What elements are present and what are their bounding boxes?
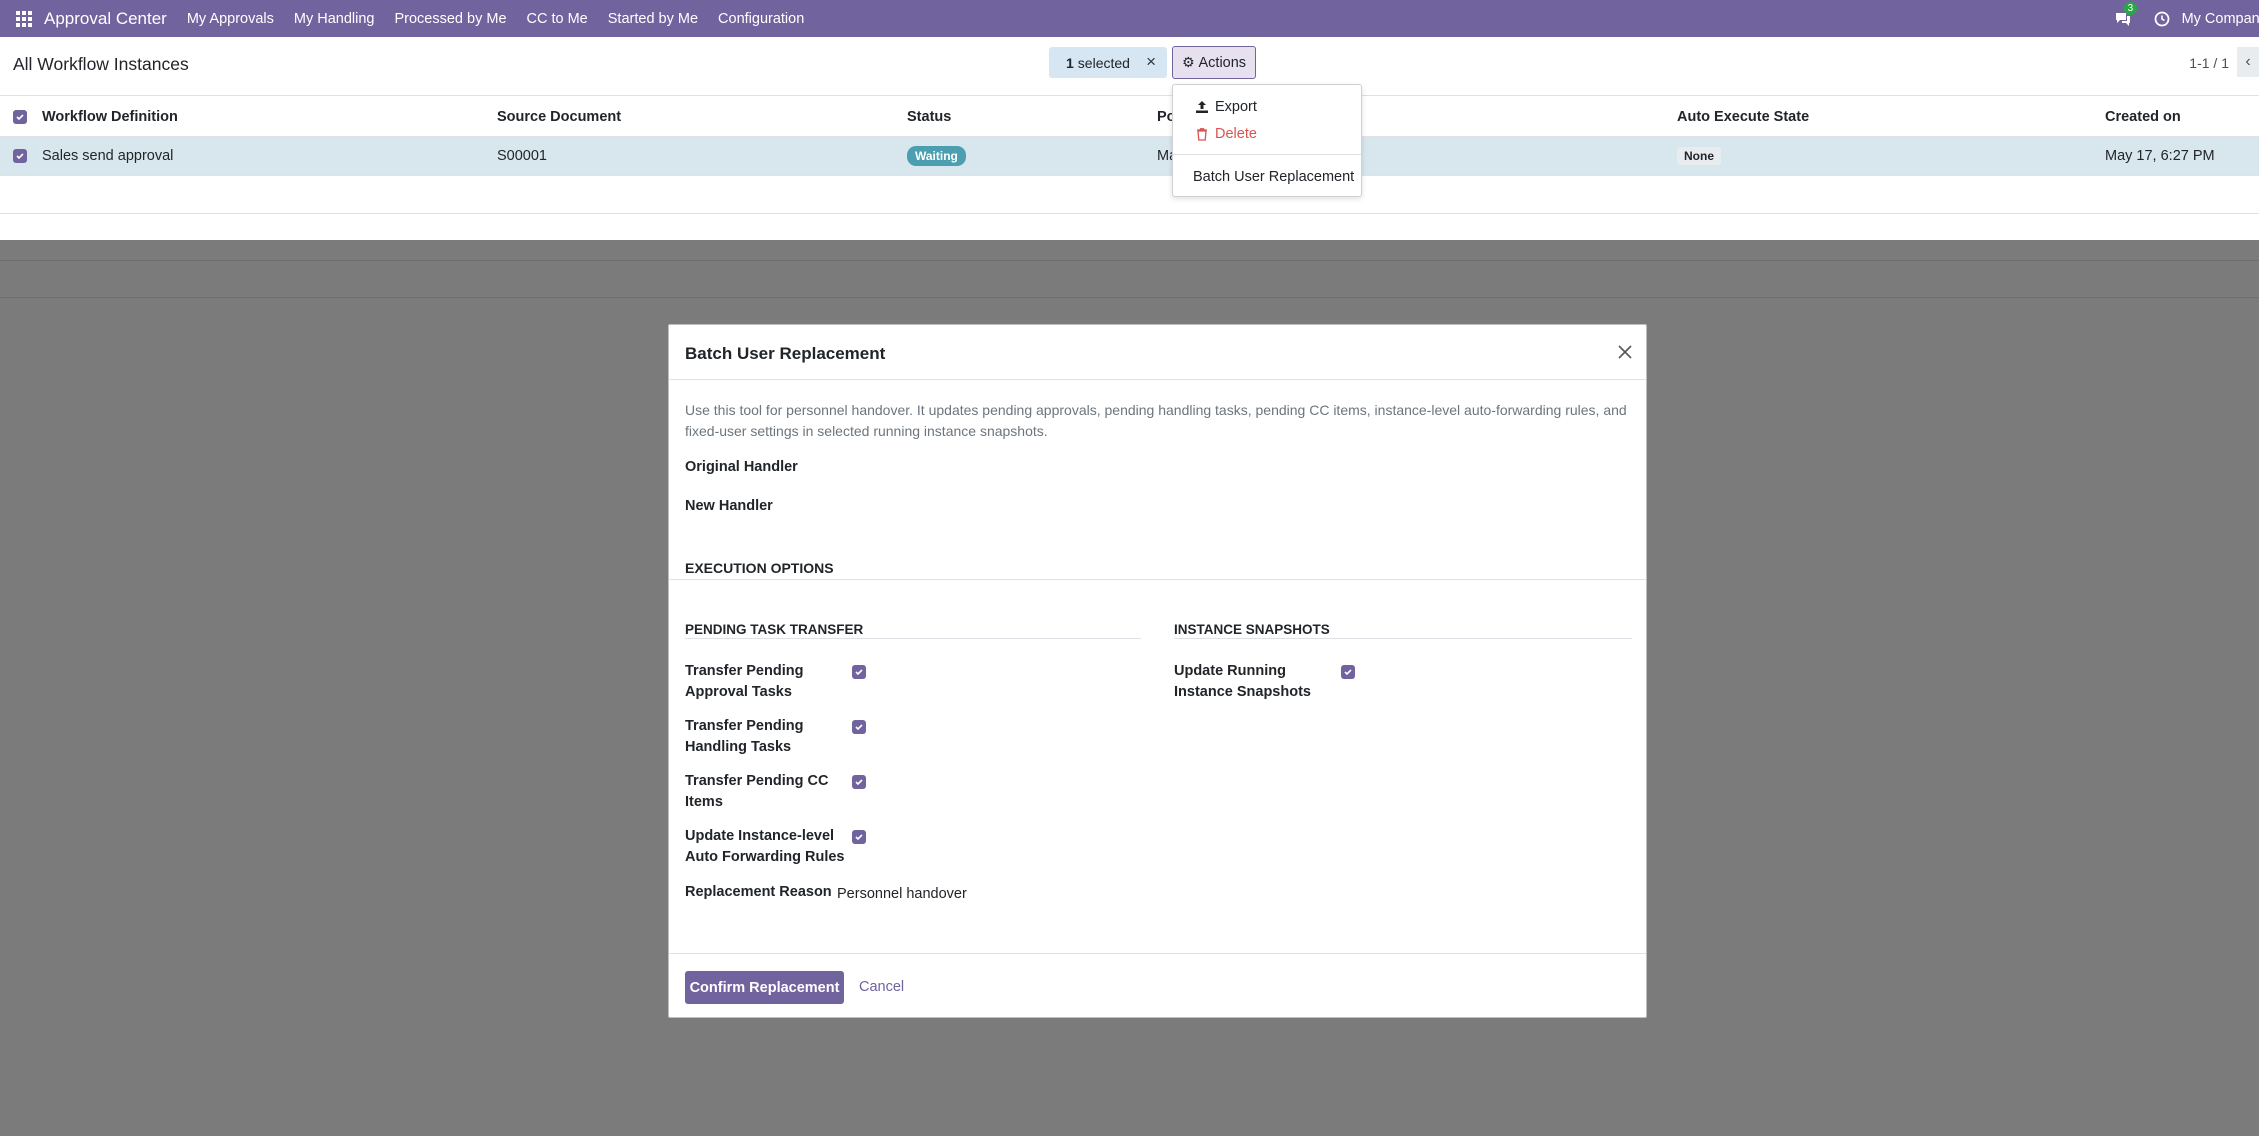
update-auto-forwarding-checkbox[interactable] <box>852 830 866 844</box>
chat-count-badge: 3 <box>2123 1 2138 15</box>
cancel-button[interactable]: Cancel <box>859 979 904 995</box>
batch-user-replacement-menu-item[interactable]: Batch User Replacement <box>1193 169 1354 185</box>
pager-value[interactable]: 1-1 / 1 <box>2189 55 2229 71</box>
column-created-on[interactable]: Created on <box>2105 97 2181 136</box>
modal-header: Batch User Replacement <box>669 325 1646 380</box>
activity-clock-icon[interactable] <box>2154 11 2170 27</box>
export-menu-item[interactable]: Export <box>1195 99 1257 115</box>
option-label-line: Auto Forwarding Rules <box>685 849 845 865</box>
upload-icon <box>1196 101 1208 113</box>
menu-my-handling[interactable]: My Handling <box>294 11 375 27</box>
group-divider <box>1174 638 1632 639</box>
clear-selection-icon[interactable]: × <box>1146 52 1156 72</box>
cell-auto-execute-state: None <box>1677 137 1721 175</box>
chat-icon[interactable]: 3 <box>2114 1 2138 27</box>
list-view: Workflow Definition Source Document Stat… <box>0 97 2259 214</box>
update-running-snapshots-label: Update Running Instance Snapshots <box>1174 661 1334 703</box>
backdrop-divider <box>0 260 2259 261</box>
column-auto-execute-state[interactable]: Auto Execute State <box>1677 97 1809 136</box>
column-status[interactable]: Status <box>907 97 951 136</box>
cell-created-on: May 17, 6:27 PM <box>2105 148 2215 164</box>
option-label-line: Update Instance-level <box>685 828 835 844</box>
modal-title: Batch User Replacement <box>685 344 886 363</box>
actions-dropdown-menu: Export Delete Batch User Replacement <box>1172 84 1362 197</box>
selection-indicator: 1 selected × <box>1049 47 1167 78</box>
control-panel: All Workflow Instances 1 selected × ⚙ Ac… <box>0 37 2259 96</box>
main-menu: My Approvals My Handling Processed by Me… <box>187 11 824 27</box>
menu-my-approvals[interactable]: My Approvals <box>187 11 274 27</box>
select-all-checkbox[interactable] <box>13 97 27 136</box>
empty-row <box>0 176 2259 214</box>
navbar-systray: 3 My Company <box>2114 0 2259 37</box>
option-label-line: Handling Tasks <box>685 739 792 755</box>
menu-cc-to-me[interactable]: CC to Me <box>527 11 588 27</box>
replacement-reason-label: Replacement Reason <box>685 884 832 900</box>
menu-started-by-me[interactable]: Started by Me <box>608 11 698 27</box>
batch-user-replacement-dialog: Batch User Replacement Use this tool for… <box>668 324 1647 1018</box>
selected-label: selected <box>1077 54 1130 71</box>
table-row[interactable]: Sales send approval S00001 Waiting Ma No… <box>0 137 2259 176</box>
status-badge: Waiting <box>907 146 966 166</box>
confirm-replacement-button[interactable]: Confirm Replacement <box>685 971 844 1004</box>
top-navbar: Approval Center My Approvals My Handling… <box>0 0 2259 37</box>
apps-grid-icon[interactable] <box>16 10 32 27</box>
close-icon[interactable] <box>1616 343 1634 361</box>
cell-status: Waiting <box>907 137 966 175</box>
transfer-pending-cc-checkbox[interactable] <box>852 775 866 789</box>
modal-description: Use this tool for personnel handover. It… <box>685 402 1627 439</box>
trash-icon <box>1197 128 1207 141</box>
selected-count: 1 <box>1066 54 1074 71</box>
pending-task-transfer-title: PENDING TASK TRANSFER <box>685 622 864 637</box>
transfer-pending-handling-label: Transfer Pending Handling Tasks <box>685 716 845 758</box>
option-label-line: Items <box>685 794 723 810</box>
list-header: Workflow Definition Source Document Stat… <box>0 97 2259 137</box>
backdrop-divider <box>0 297 2259 298</box>
auto-execute-badge: None <box>1677 147 1721 165</box>
export-label: Export <box>1215 99 1257 115</box>
transfer-pending-cc-label: Transfer Pending CC Items <box>685 771 845 813</box>
update-running-snapshots-checkbox[interactable] <box>1341 665 1355 679</box>
delete-label: Delete <box>1215 126 1257 142</box>
row-checkbox[interactable] <box>13 137 27 175</box>
menu-divider <box>1173 154 1361 155</box>
menu-configuration[interactable]: Configuration <box>718 11 804 27</box>
transfer-pending-handling-checkbox[interactable] <box>852 720 866 734</box>
new-handler-label: New Handler <box>685 498 773 514</box>
cell-source-document: S00001 <box>497 148 547 164</box>
menu-processed-by-me[interactable]: Processed by Me <box>394 11 506 27</box>
option-label-line: Transfer Pending <box>685 718 804 734</box>
company-switcher[interactable]: My Company <box>2182 11 2259 27</box>
section-divider <box>669 579 1646 580</box>
replacement-reason-input[interactable]: Personnel handover <box>837 886 967 902</box>
option-label-line: Transfer Pending <box>685 663 804 679</box>
column-workflow-definition[interactable]: Workflow Definition <box>42 97 178 136</box>
column-source-document[interactable]: Source Document <box>497 97 621 136</box>
page-title: All Workflow Instances <box>13 54 189 74</box>
option-label-line: Instance Snapshots <box>1174 684 1311 700</box>
option-label-line: Update Running <box>1174 663 1286 679</box>
cell-workflow-definition: Sales send approval <box>42 148 174 164</box>
footer-divider <box>669 953 1646 954</box>
group-divider <box>685 638 1141 639</box>
original-handler-label: Original Handler <box>685 459 798 475</box>
update-auto-forwarding-label: Update Instance-level Auto Forwarding Ru… <box>685 826 845 868</box>
app-name[interactable]: Approval Center <box>44 9 167 29</box>
execution-options-title: EXECUTION OPTIONS <box>685 560 834 576</box>
delete-menu-item[interactable]: Delete <box>1195 126 1257 142</box>
pager-previous-icon[interactable]: ‹ <box>2237 47 2259 77</box>
gear-icon: ⚙ <box>1181 54 1195 70</box>
actions-label: Actions <box>1198 54 1247 71</box>
actions-button[interactable]: ⚙ Actions <box>1172 46 1256 79</box>
transfer-pending-approval-label: Transfer Pending Approval Tasks <box>685 661 845 703</box>
transfer-pending-approval-checkbox[interactable] <box>852 665 866 679</box>
option-label-line: Transfer Pending CC <box>685 773 829 789</box>
instance-snapshots-title: INSTANCE SNAPSHOTS <box>1174 622 1330 637</box>
option-label-line: Approval Tasks <box>685 684 792 700</box>
